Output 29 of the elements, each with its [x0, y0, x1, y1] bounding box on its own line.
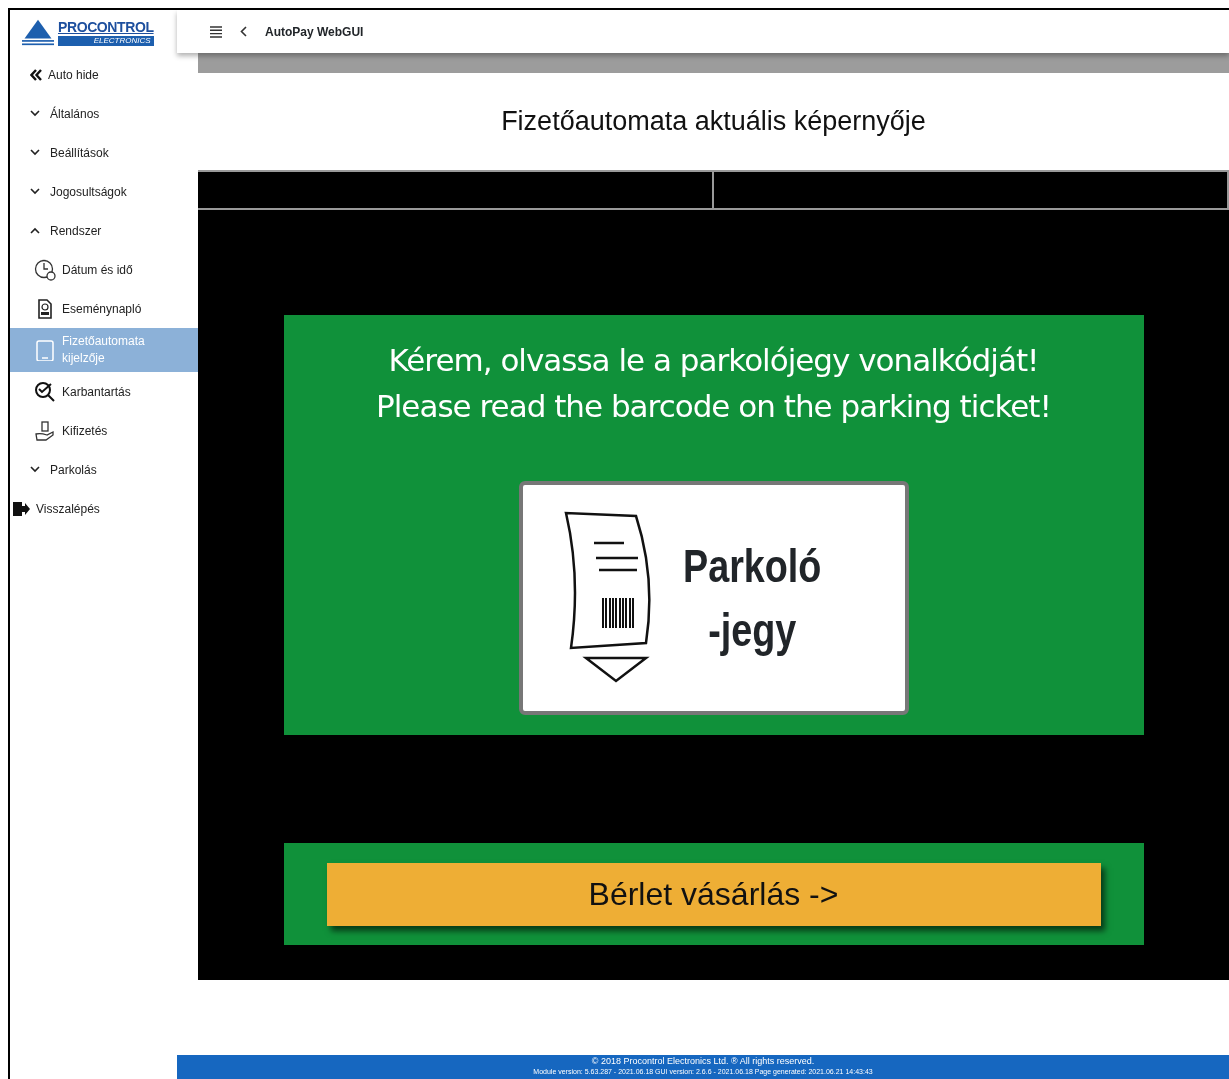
app-title: AutoPay WebGUI [265, 23, 364, 41]
pass-purchase-button[interactable]: Bérlet vásárlás -> [326, 862, 1101, 926]
sidebar-group[interactable]: Parkolás [10, 450, 198, 489]
sidebar-item[interactable]: Karbantartás [10, 372, 198, 411]
exit-door-icon [12, 500, 30, 517]
sidebar-item[interactable]: Dátum és idő [10, 250, 198, 289]
sidebar-group[interactable]: Jogosultságok [10, 172, 198, 211]
auto-hide-toggle[interactable]: Auto hide [10, 55, 198, 94]
sidebar-item[interactable]: Eseménynapló [10, 289, 198, 328]
copyright-text: © 2018 Procontrol Electronics Ltd. ® All rights reserved. [590, 1056, 816, 1067]
double-chevron-left-icon [30, 68, 42, 81]
sidebar-item[interactable]: Kifizetés [10, 411, 198, 450]
sidebar-group[interactable]: Beállítások [10, 133, 198, 172]
sidebar-group[interactable]: Általános [10, 94, 198, 133]
logo-text: PROCONTROL [58, 19, 154, 34]
menu-icon[interactable] [210, 25, 222, 38]
sidebar-group[interactable]: Rendszer [10, 211, 198, 250]
instruction-text: Kérem, olvassa le a parkolójegy vonalkódját! [388, 341, 1039, 380]
hand-coins-icon [34, 419, 56, 442]
logout-item[interactable]: Visszalépés [10, 489, 198, 528]
back-chevron-icon[interactable] [240, 26, 247, 37]
page-title: Fizetőautomata aktuális képernyője [501, 105, 926, 139]
check-magnifier-icon [34, 380, 56, 403]
clock-gear-icon [34, 258, 56, 281]
ticket-label: Parkoló -jegy [682, 539, 821, 658]
tablet-icon [34, 339, 56, 361]
logo-subtitle: ELECTRONICS [58, 35, 154, 46]
logo-triangle-icon [22, 18, 54, 47]
instruction-text: Please read the barcode on the parking ticket! [376, 387, 1051, 426]
